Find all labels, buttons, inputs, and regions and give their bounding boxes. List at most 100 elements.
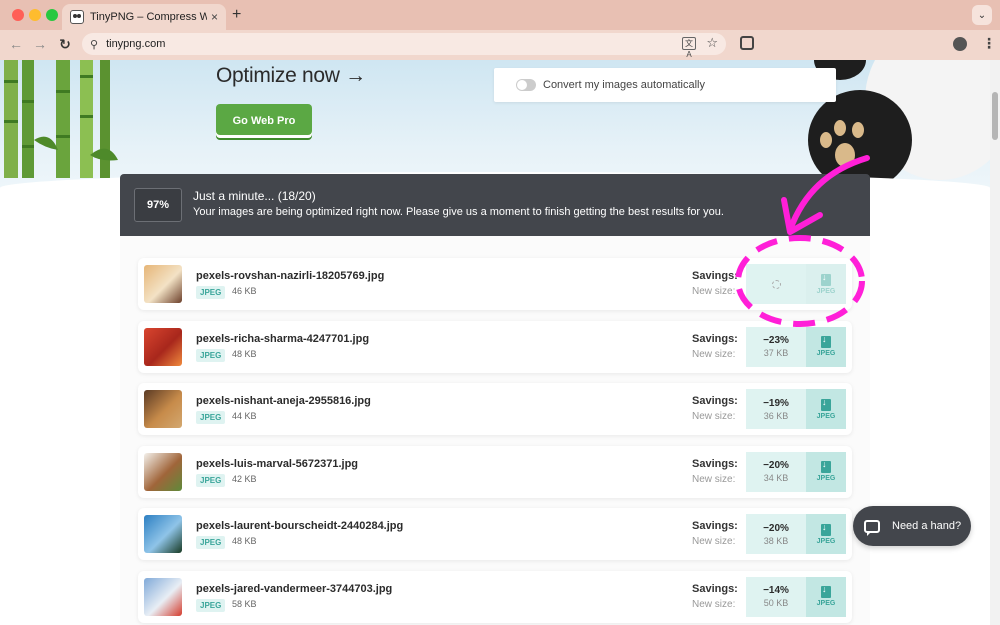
download-file-icon [821,334,831,348]
file-thumbnail [144,452,182,491]
format-badge: JPEG [196,598,226,612]
file-thumbnail [144,515,182,553]
saving-percent: −14% [763,585,789,596]
bookmark-star-icon[interactable]: ☆ [706,35,718,51]
download-file-icon [821,584,831,598]
download-file-icon [821,272,831,286]
tab-search-button[interactable]: ⌄ [972,5,992,25]
close-tab-icon[interactable]: × [211,10,218,24]
file-list: pexels-rovshan-nazirli-18205769.jpg JPEG… [120,236,870,625]
file-thumbnail [144,390,182,428]
result-box [746,264,806,304]
tab-title: TinyPNG – Compress WebP, PNG [90,11,207,23]
page-content: Optimize now → Go Web Pro Convert my ima… [0,60,1000,625]
go-web-pro-button[interactable]: Go Web Pro [216,104,312,138]
progress-panel: 97% Just a minute... (18/20) Your images… [120,174,870,236]
new-size: 34 KB [763,473,789,483]
file-name: pexels-nishant-aneja-2955816.jpg [196,395,371,407]
format-badge: JPEG [196,286,226,299]
file-row: pexels-luis-marval-5672371.jpg JPEG 42 K… [138,445,852,498]
close-window-button[interactable] [12,9,24,21]
result-box: −23% 37 KB [746,326,806,367]
new-size-label: New size: [692,536,736,547]
download-file-icon [821,522,831,536]
format-badge: JPEG [196,536,226,549]
saving-percent: −20% [763,522,789,534]
file-row: pexels-laurent-bourscheidt-2440284.jpg J… [138,508,852,560]
screenshot-extension-icon[interactable] [740,36,754,50]
download-button[interactable]: JPEG [806,514,846,554]
site-settings-icon[interactable]: ⚲ [90,38,98,51]
optimize-now-link[interactable]: Optimize now → [216,64,366,88]
new-size: 38 KB [763,535,789,546]
download-button[interactable]: JPEG [806,451,846,492]
download-format-label: JPEG [816,350,836,357]
saving-percent: −20% [763,460,789,471]
new-size-label: New size: [692,348,736,360]
result-box: −14% 50 KB [746,576,806,617]
forward-button[interactable]: → [31,36,49,52]
new-size-label: New size: [692,411,736,422]
original-size: 44 KB [232,411,257,421]
file-name: pexels-rovshan-nazirli-18205769.jpg [196,270,385,282]
savings-label: Savings: [692,520,738,532]
download-format-label: JPEG [816,600,836,607]
translate-icon[interactable]: 文A [682,37,696,59]
file-thumbnail [144,265,182,303]
hero-banner: Optimize now → Go Web Pro Convert my ima… [0,60,990,212]
file-name: pexels-jared-vandermeer-3744703.jpg [196,582,393,595]
result-box: −20% 34 KB [746,451,806,492]
original-size: 58 KB [232,598,257,609]
minimize-window-button[interactable] [29,9,41,21]
convert-toggle[interactable] [516,79,536,91]
reload-button[interactable]: ↻ [56,36,74,53]
browser-menu-icon[interactable]: ⋮ [982,35,996,52]
savings-label: Savings: [692,457,738,470]
download-file-icon [821,459,831,473]
browser-tab[interactable]: TinyPNG – Compress WebP, PNG × [62,4,226,30]
scrollbar-thumb[interactable] [992,92,998,140]
file-name: pexels-richa-sharma-4247701.jpg [196,332,370,345]
download-format-label: JPEG [816,475,836,482]
progress-percent: 97% [134,188,182,222]
address-bar[interactable]: ⚲ tinypng.com 文A ☆ [82,33,726,59]
loading-spinner-icon [771,279,781,289]
file-thumbnail [144,577,182,616]
help-chat-button[interactable]: Need a hand? [853,506,971,546]
savings-label: Savings: [692,270,738,282]
download-button: JPEG [806,264,846,304]
browser-chrome: TinyPNG – Compress WebP, PNG × + ⌄ ← → ↻… [0,0,1000,60]
file-thumbnail [144,327,182,366]
profile-avatar-icon[interactable] [953,37,967,51]
download-format-label: JPEG [816,412,836,420]
download-button[interactable]: JPEG [806,326,846,367]
convert-automatically-setting: Convert my images automatically [494,68,836,102]
back-button[interactable]: ← [7,36,25,52]
file-row: pexels-richa-sharma-4247701.jpg JPEG 48 … [138,320,852,373]
savings-label: Savings: [692,332,738,345]
original-size: 42 KB [232,473,257,484]
chat-bubble-icon [864,519,880,536]
original-size: 48 KB [232,536,257,546]
bamboo-illustration [4,60,118,178]
page-scrollbar[interactable] [990,60,1000,625]
result-box: −20% 38 KB [746,514,806,554]
new-size: 50 KB [763,598,789,608]
download-button[interactable]: JPEG [806,576,846,617]
new-tab-button[interactable]: + [232,6,241,24]
url-text[interactable]: tinypng.com [106,38,165,50]
savings-label: Savings: [692,395,738,407]
download-button[interactable]: JPEG [806,389,846,429]
file-name: pexels-laurent-bourscheidt-2440284.jpg [196,520,404,532]
file-row: pexels-rovshan-nazirli-18205769.jpg JPEG… [138,258,852,310]
saving-percent: −19% [763,397,789,409]
file-name: pexels-luis-marval-5672371.jpg [196,457,359,470]
convert-label: Convert my images automatically [543,79,706,91]
maximize-window-button[interactable] [46,9,58,21]
help-label: Need a hand? [892,520,962,532]
file-row: pexels-jared-vandermeer-3744703.jpg JPEG… [138,570,852,623]
original-size: 46 KB [232,286,257,296]
original-size: 48 KB [232,348,257,359]
panda-favicon-icon [70,10,84,24]
new-size: 37 KB [763,348,789,358]
